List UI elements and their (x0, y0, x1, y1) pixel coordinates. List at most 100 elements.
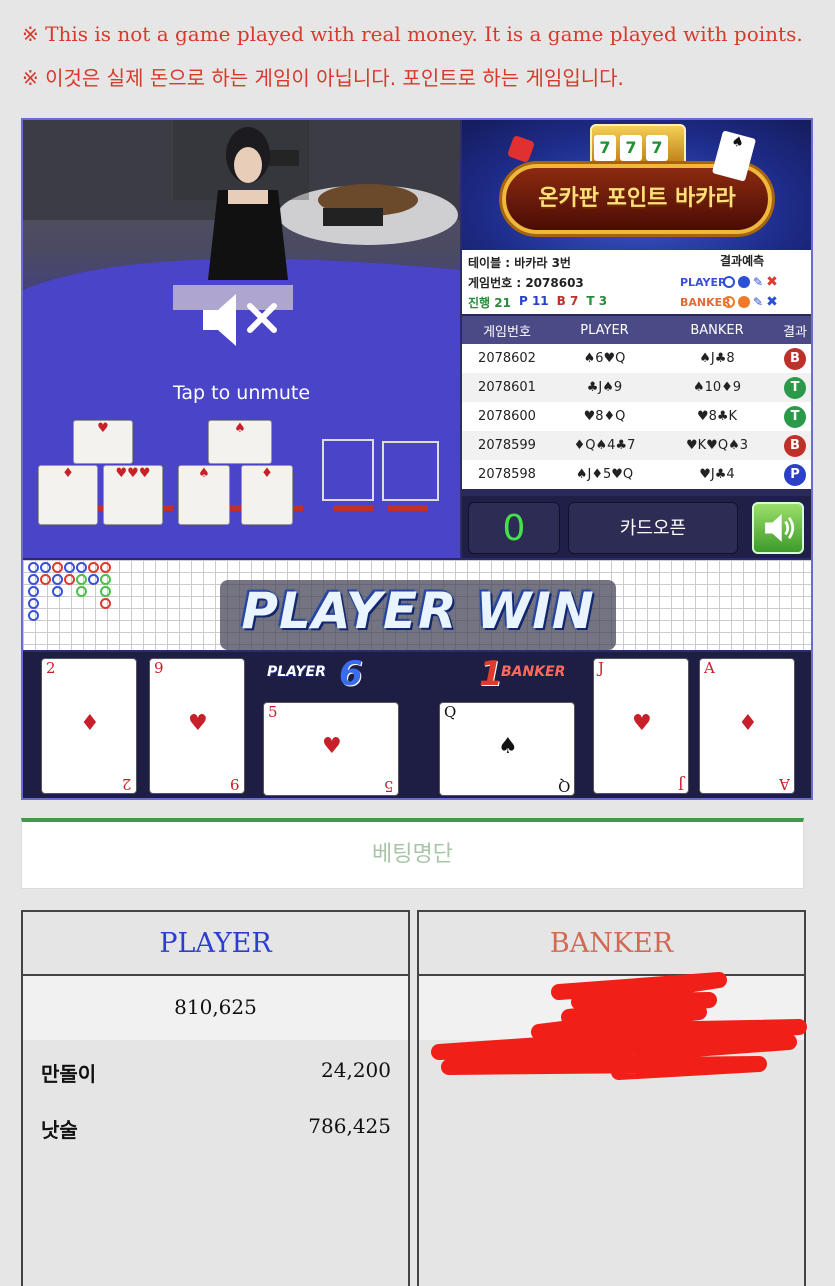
card-rank: 5 (268, 703, 278, 721)
bead-marker (52, 562, 63, 573)
bead-marker (76, 562, 87, 573)
bead-marker (40, 562, 51, 573)
card-rank: J (677, 775, 684, 793)
player-prediction-label: PLAYER (680, 275, 727, 289)
card-open-button[interactable]: 카드오픈 (568, 502, 738, 554)
slot-reel: 7 (646, 135, 668, 161)
bead-marker (100, 586, 111, 597)
banner-title: 온카판 포인트 바카라 (538, 186, 736, 211)
live-video[interactable]: ♥ ♠ ♦ ♥♥♥ ♠ ♦ Tap to unmute (23, 120, 460, 558)
progress-stats: 진행 21 P 11 B 7 T 3 (468, 294, 607, 311)
prediction-label: 결과예측 (720, 254, 765, 268)
history-result-cell: P (777, 463, 811, 486)
close-icon[interactable]: ✖ (766, 274, 778, 290)
game-banner: 777 온카판 포인트 바카라 ♠ (462, 120, 811, 250)
header-game-no: 게임번호 (483, 324, 531, 340)
player-label: PLAYER (267, 664, 326, 680)
result-badge: P (784, 463, 806, 486)
card-suit-icon: ♦ (80, 711, 100, 736)
dot-icon[interactable] (738, 276, 750, 288)
card-rank: J (598, 659, 605, 677)
card-suit-icon: ♦ (738, 711, 758, 736)
tap-to-unmute-label[interactable]: Tap to unmute (23, 382, 460, 404)
result-badge: T (784, 376, 806, 399)
history-row: 2078600 ♥8♦Q ♥8♣K T (462, 402, 811, 431)
card-rank: Q (557, 777, 570, 795)
history-game-no: 2078599 (478, 438, 536, 453)
slot-reel: 7 (594, 135, 616, 161)
bead-marker (88, 562, 99, 573)
bet-entry: 만돌이 24,200 (41, 1058, 391, 1087)
history-row: 2078599 ♦Q♠4♣7 ♥K♥Q♠3 B (462, 431, 811, 460)
slot-reel: 7 (620, 135, 642, 161)
bead-marker (28, 598, 39, 609)
notice-korean: ※ 이것은 실제 돈으로 하는 게임이 아닙니다. 포인트로 하는 게임입니다. (22, 66, 624, 90)
table-name: 테이블 : 바카라 3번 (468, 256, 571, 270)
player-bets-total: 810,625 (23, 976, 408, 1040)
history-row: 2078601 ♣J♠9 ♠10♦9 T (462, 373, 811, 402)
banker-card: Q Q ♠ (439, 702, 575, 796)
card-suit-icon: ♠ (498, 734, 518, 759)
banker-card: A A ♦ (699, 658, 795, 794)
count-display: 0 (468, 502, 560, 554)
bet-list-title: 베팅명단 (21, 818, 804, 889)
bet-amount: 786,425 (308, 1114, 391, 1138)
dice-icon (506, 134, 536, 164)
header-player: PLAYER (580, 322, 629, 338)
table-info: 테이블 : 바카라 3번 게임번호 : 2078603 진행 21 P 11 B… (462, 250, 811, 314)
tie-count: T 3 (586, 294, 608, 308)
bead-marker (52, 574, 63, 585)
history-player-cards: ♦Q♠4♣7 (573, 438, 636, 453)
banker-prediction-label: BANKER (680, 295, 731, 309)
history-banker-cards: ♠J♣8 (699, 351, 735, 366)
ring-icon[interactable] (723, 296, 735, 308)
history-row: 2078598 ♠J♦5♥Q ♥J♣4 P (462, 460, 811, 489)
card-rank: 9 (230, 775, 240, 793)
bettor-name: 낫술 (41, 1118, 78, 1142)
card-rank: A (704, 659, 715, 677)
speaker-icon[interactable] (752, 502, 804, 554)
history-banker-cards: ♥8♣K (696, 409, 738, 424)
player-bets-panel: PLAYER 810,625 만돌이 24,200 낫술 786,425 (21, 910, 410, 1286)
bettor-name: 만돌이 (41, 1062, 97, 1086)
header-banker: BANKER (690, 322, 744, 338)
bet-amount: 24,200 (321, 1058, 391, 1082)
card-suit-icon: ♥ (632, 711, 652, 736)
bead-marker (52, 586, 63, 597)
ring-icon[interactable] (723, 276, 735, 288)
history-result-cell: T (777, 376, 811, 399)
history-player-cards: ♠J♦5♥Q (575, 467, 634, 482)
bead-marker (64, 574, 75, 585)
table-card: ♠ (178, 465, 230, 525)
card-suit-icon: ♥ (322, 734, 342, 759)
player-count: P 11 (518, 294, 549, 308)
card-rank: 9 (154, 659, 164, 677)
history-player-cards: ♥8♦Q (583, 409, 626, 424)
history-table: 게임번호 PLAYER BANKER 결과 2078602 ♠6♥Q ♠J♣8 B 20… (462, 316, 811, 496)
history-banker-cards: ♥J♣4 (699, 467, 735, 482)
history-banker-cards: ♠10♦9 (692, 380, 742, 395)
dot-icon[interactable] (738, 296, 750, 308)
speaker-muted-icon[interactable] (198, 290, 288, 350)
banker-count: B 7 (556, 294, 579, 308)
banker-card: J J ♥ (593, 658, 689, 794)
card-rank: 2 (122, 775, 132, 793)
history-header: 게임번호 PLAYER BANKER 결과 (462, 316, 811, 344)
pencil-icon[interactable]: ✎ (753, 295, 763, 309)
bead-marker (28, 562, 39, 573)
pencil-icon[interactable]: ✎ (753, 275, 763, 289)
card-reveal-area (23, 652, 811, 798)
history-banker-cards: ♥K♥Q♠3 (686, 438, 748, 453)
table-card: ♠ (208, 420, 272, 464)
result-badge: B (784, 434, 806, 457)
bead-marker (64, 562, 75, 573)
card-rank: Q (444, 703, 457, 721)
control-bar: 0 카드오픈 (462, 496, 811, 558)
history-result-cell: B (777, 347, 811, 370)
history-result-cell: B (777, 434, 811, 457)
result-badge: T (784, 405, 806, 428)
bead-marker (28, 574, 39, 585)
bet-entry: 낫술 786,425 (41, 1114, 391, 1143)
close-icon[interactable]: ✖ (766, 294, 778, 310)
player-card: 5 5 ♥ (263, 702, 399, 796)
